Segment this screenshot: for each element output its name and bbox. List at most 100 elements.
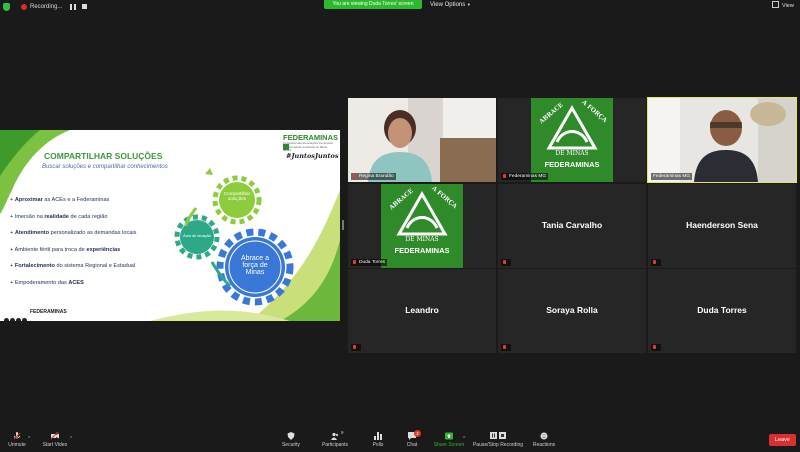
logo-minas-text: DE MINAS <box>555 150 589 157</box>
reactions-button[interactable]: Reactions <box>530 428 558 452</box>
chat-label: Chat <box>406 442 418 448</box>
view-button[interactable]: View <box>772 1 794 11</box>
video-tile-duda-torres[interactable]: ABRACE A FORÇA DE MINAS FEDERAMINAS Duda… <box>348 184 496 268</box>
youtube-icon <box>16 318 21 321</box>
participant-label <box>651 259 661 266</box>
recording-icon <box>21 4 27 10</box>
shield-icon[interactable] <box>3 3 10 11</box>
bullet-item: + Empoderamento das ACES <box>10 279 190 296</box>
video-off-icon <box>51 432 59 440</box>
unmute-label: Unmute <box>8 442 26 448</box>
participant-name: Soraya Rolla <box>546 305 598 315</box>
participant-name: Tania Carvalho <box>541 220 603 230</box>
mic-muted-icon <box>353 260 356 264</box>
audio-options-chevron-icon[interactable]: ^ <box>28 436 30 442</box>
social-icons <box>4 310 28 321</box>
security-button[interactable]: Security <box>278 428 304 452</box>
bullet-emphasis: experiências <box>86 246 121 253</box>
participant-video <box>348 98 496 182</box>
participant-name: Federaminas MG <box>509 174 547 179</box>
logo-brand-text: FEDERAMINAS <box>544 160 600 169</box>
start-video-button[interactable]: Start Video <box>40 428 70 452</box>
mic-muted-icon <box>353 345 356 349</box>
hashtag: #JuntosJuntos <box>286 152 339 160</box>
abrace-emblem-icon <box>396 190 448 236</box>
gear-top-label: Compartilhar soluções <box>223 191 251 201</box>
polls-icon <box>374 432 382 440</box>
bullet-item: + Ambiente fértil para troca de experiên… <box>10 246 190 263</box>
view-options-button[interactable]: View Options ▼ <box>430 1 471 9</box>
chevron-down-icon: ▼ <box>466 2 471 7</box>
mic-muted-icon <box>653 260 656 264</box>
reactions-label: Reactions <box>532 442 556 448</box>
abrace-logo: ABRACE A FORÇA DE MINAS FEDERAMINAS <box>531 98 613 182</box>
mic-muted-icon <box>13 432 21 440</box>
facebook-icon <box>4 318 9 321</box>
video-tile-duda-torres-2[interactable]: Duda Torres <box>648 269 796 353</box>
participants-count: 9 <box>341 430 344 435</box>
pause-stop-icon <box>490 432 506 439</box>
participant-name: Leandro <box>405 305 439 315</box>
bullet-text: + Ambiente fértil para troca de <box>10 246 87 253</box>
video-tile-regina-brandao[interactable]: Regina Brandão <box>348 98 496 182</box>
slide-subtitle: Buscar soluções e compartilhar conhecime… <box>42 164 168 170</box>
brand-subtitle: Federação das Associações Comerciais e E… <box>283 141 333 152</box>
share-options-chevron-icon[interactable]: ^ <box>463 436 465 442</box>
participant-label <box>501 259 511 266</box>
abrace-logo: ABRACE A FORÇA DE MINAS FEDERAMINAS <box>381 184 463 268</box>
chat-unread-badge: 2 <box>414 430 421 437</box>
bullet-text: + Empoderamento das <box>10 279 69 286</box>
bullet-item: + Aproximar as ACEs e a Federaminas <box>10 196 190 213</box>
record-label: Pause/Stop Recording <box>472 442 524 448</box>
video-tile-federaminas-mg-2[interactable]: Federaminas MG <box>647 97 797 183</box>
logo-brand-text: FEDERAMINAS <box>394 246 450 255</box>
mic-muted-icon <box>503 260 506 264</box>
mic-muted-icon <box>653 345 656 349</box>
video-tile-haenderson-sena[interactable]: Haenderson Sena <box>648 184 796 268</box>
unmute-button[interactable]: Unmute <box>4 428 30 452</box>
meeting-toolbar: Unmute Start Video Security Participants… <box>0 428 800 452</box>
mic-muted-icon <box>353 174 356 178</box>
participant-name: Duda Torres <box>359 260 386 265</box>
share-screen-button[interactable]: Share Screen <box>432 428 466 452</box>
top-bar: Recording... You are viewing Duda Torres… <box>0 0 800 14</box>
view-options-label: View Options <box>430 2 466 8</box>
shared-screen-slide: COMPARTILHAR SOLUÇÕES Buscar soluções e … <box>0 130 340 321</box>
polls-button[interactable]: Polls <box>366 428 390 452</box>
stop-recording-icon[interactable] <box>82 4 87 9</box>
split-view-handle[interactable] <box>342 220 344 230</box>
participant-label: Duda Torres <box>351 259 388 266</box>
bullet-text: de cada região <box>68 213 108 220</box>
video-tile-soraya-rolla[interactable]: Soraya Rolla <box>498 269 646 353</box>
share-screen-icon <box>445 432 453 440</box>
start-video-label: Start Video <box>42 442 68 448</box>
participants-label: Participants <box>321 442 349 448</box>
recording-label: Recording... <box>30 4 63 10</box>
participant-label <box>651 344 661 351</box>
bullet-emphasis: ACES <box>68 279 84 286</box>
bullet-item: + Fortalecimento do sistema Regional e E… <box>10 262 190 279</box>
bullet-text: + Imersão na <box>10 213 45 220</box>
slide-title: COMPARTILHAR SOLUÇÕES <box>44 151 163 161</box>
viewing-banner: You are viewing Duda Torres' screen <box>324 0 422 9</box>
video-tile-leandro[interactable]: Leandro <box>348 269 496 353</box>
participants-button[interactable]: Participants <box>320 428 350 452</box>
security-label: Security <box>281 442 301 448</box>
video-options-chevron-icon[interactable]: ^ <box>70 436 72 442</box>
pause-recording-icon[interactable] <box>70 4 76 10</box>
participant-name: Haenderson Sena <box>686 220 758 230</box>
mic-muted-icon <box>503 174 506 178</box>
abrace-emblem-icon <box>546 104 598 150</box>
video-tile-federaminas-mg-1[interactable]: ABRACE A FORÇA DE MINAS FEDERAMINAS Fede… <box>498 98 646 182</box>
bullet-text: as ACEs e a Federaminas <box>42 197 110 203</box>
bullet-emphasis: Aproximar <box>14 197 43 203</box>
twitter-icon <box>22 318 27 321</box>
leave-button[interactable]: Leave <box>769 434 796 446</box>
bullet-emphasis: realidade <box>44 213 69 220</box>
bullet-item: + Imersão na realidade de cada região <box>10 213 190 230</box>
participant-label: Federaminas MG <box>501 173 549 180</box>
pause-stop-recording-button[interactable]: Pause/Stop Recording <box>472 428 524 452</box>
view-label: View <box>782 3 794 9</box>
video-tile-tania-carvalho[interactable]: Tania Carvalho <box>498 184 646 268</box>
participants-icon <box>331 432 339 440</box>
